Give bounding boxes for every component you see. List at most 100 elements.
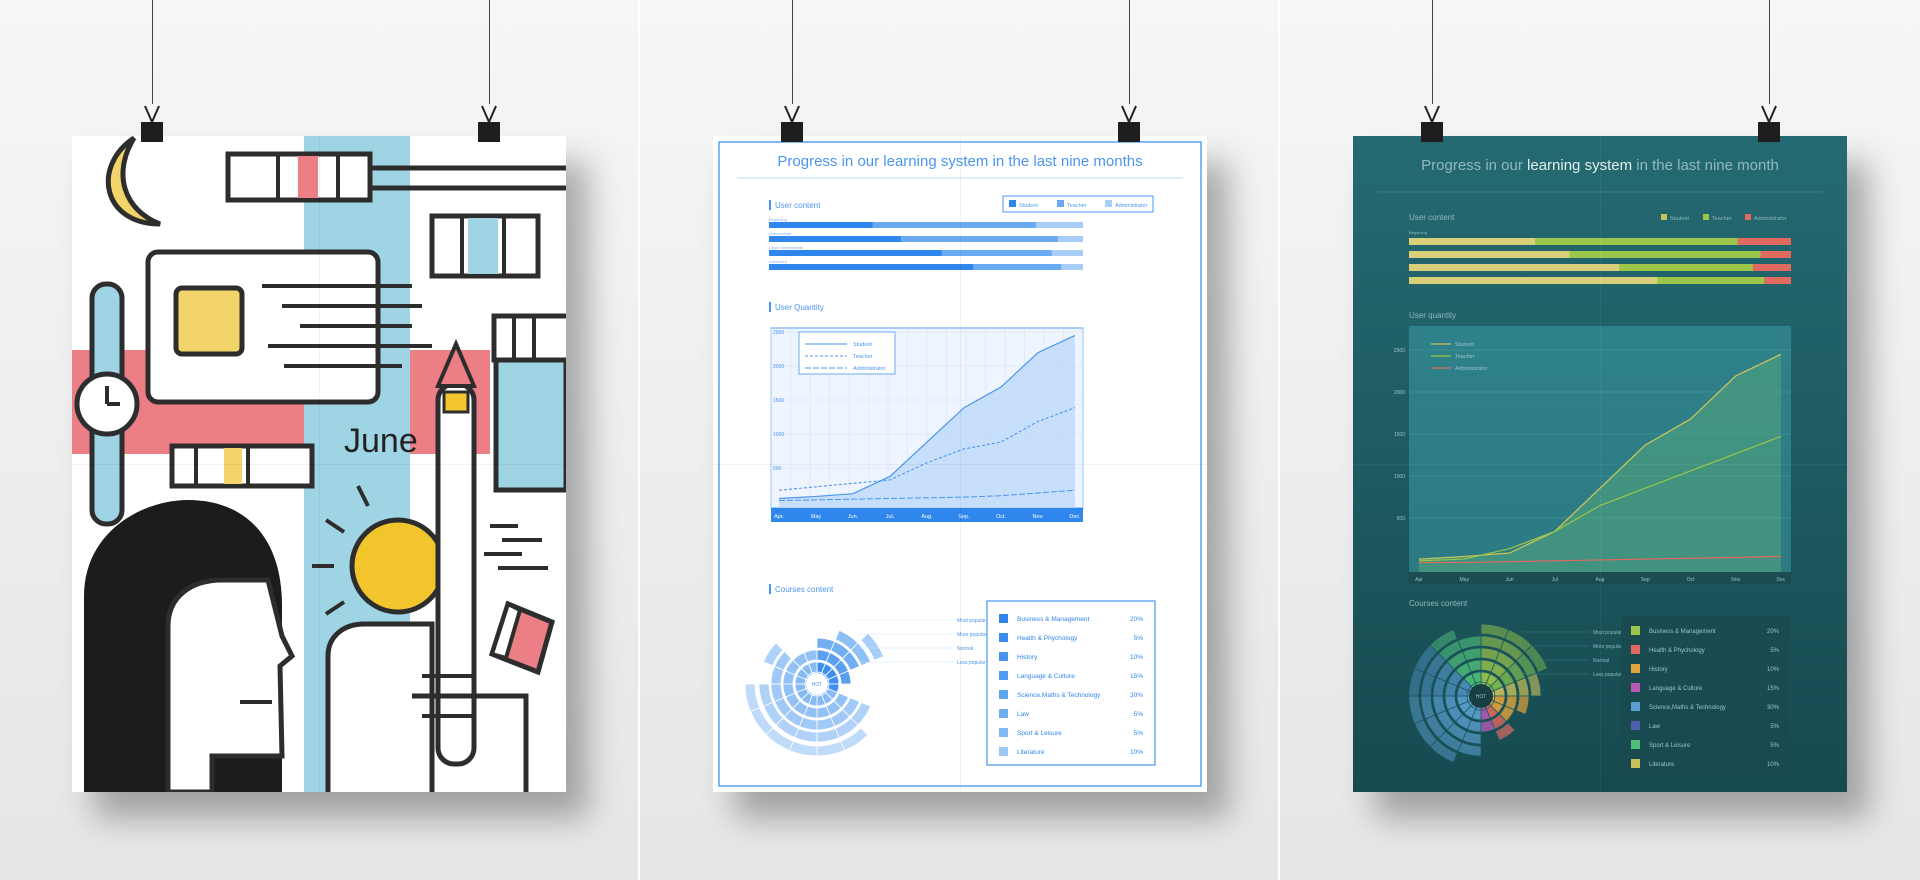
bar-segment (769, 222, 873, 228)
poster-fold (72, 464, 566, 465)
course-percent: 15% (1767, 686, 1780, 692)
poster-panel-blue-infographic: Progress in our learning system in the l… (640, 0, 1278, 880)
polar-segment (770, 683, 785, 703)
polar-center-label: HOT (1476, 694, 1487, 700)
course-percent: 20% (1130, 616, 1143, 623)
legend-label: Teacher (1067, 203, 1087, 209)
polar-label: Most popular (957, 618, 986, 624)
course-name: Business & Management (1649, 629, 1716, 635)
course-swatch (1631, 664, 1640, 673)
user-quantity-chart: 2500200015001000500Apr May Jun Jul Aug Sep Oct… (1394, 326, 1791, 584)
course-percent: 10% (1767, 762, 1780, 768)
poster-panel-dark-infographic: Progress in our learning system in the l… (1280, 0, 1920, 880)
y-tick-label: 1000 (773, 432, 784, 438)
course-swatch (999, 671, 1008, 680)
section-user-quantity: User Quantity (775, 303, 824, 312)
x-tick-label: Nov. (1033, 514, 1044, 520)
course-name: Law (1017, 711, 1029, 718)
polar-label: More popular (1593, 644, 1623, 650)
course-swatch (1631, 645, 1640, 654)
y-tick-label: 500 (1397, 516, 1406, 522)
bar-segment (769, 250, 942, 256)
legend-swatch (1703, 214, 1709, 220)
course-percent: 5% (1770, 743, 1779, 749)
y-tick-label: 2000 (773, 364, 784, 370)
sun-icon (349, 517, 447, 615)
y-tick-label: 2500 (773, 330, 784, 336)
course-name: Language & Culture (1649, 686, 1703, 692)
section-user-content: User content (775, 201, 821, 210)
course-percent: 10% (1130, 749, 1143, 756)
course-swatch (1631, 759, 1640, 768)
user-quantity-chart: 2500200015001000500Apr. May Jun. Jul. Aug. Se… (770, 327, 1084, 522)
poster-fold (1353, 464, 1847, 465)
course-name: Science,Maths & Technology (1649, 705, 1726, 711)
y-tick-label: 1500 (773, 398, 784, 404)
binder-clip-icon (478, 105, 500, 142)
polar-center-label: HOT (812, 682, 823, 688)
x-tick-label: Apr. (774, 514, 784, 520)
hanging-wire (1432, 0, 1433, 104)
courses-polar-chart: HOTMost popularMore popularNormalLess po… (744, 618, 987, 757)
course-name: Literature (1649, 762, 1675, 768)
hanging-wire (1129, 0, 1130, 104)
x-tick-label: Jul (1552, 577, 1558, 583)
polar-segment (816, 716, 836, 731)
x-tick-label: Sep (1641, 577, 1650, 583)
polar-segment (788, 740, 818, 757)
bar-segment (1409, 251, 1570, 258)
bar-label: Beginning (769, 217, 787, 222)
course-name: Language & Culture (1017, 673, 1075, 680)
blue-infographic-poster: Progress in our learning system in the l… (713, 136, 1207, 792)
course-name: History (1649, 667, 1668, 673)
polar-label: Normal (1593, 658, 1609, 664)
x-tick-label: May (811, 514, 822, 520)
hanging-wire (792, 0, 793, 104)
course-percent: 10% (1130, 654, 1143, 661)
binder-clip-icon (781, 105, 803, 142)
bar-label: Advanced (769, 259, 787, 264)
x-tick-label: Jun. (848, 514, 859, 520)
legend-label: Administrator (1754, 216, 1787, 222)
course-swatch (999, 652, 1008, 661)
hanging-wire (489, 0, 490, 104)
courses-list: Business & Management 20% Health & Phychol… (999, 614, 1143, 756)
legend-swatch (1009, 200, 1016, 207)
x-tick-label: Oct. (996, 514, 1007, 520)
pen-icon (435, 381, 477, 767)
x-tick-label: Oct (1687, 577, 1695, 583)
legend-label: Student (1455, 342, 1474, 348)
course-swatch (1631, 626, 1640, 635)
polar-segment (816, 727, 840, 743)
section-courses-content: Courses content (775, 585, 834, 594)
legend: Student Teacher Administrator (1009, 200, 1148, 209)
dark-infographic-poster: Progress in our learning system in the l… (1353, 136, 1847, 792)
legend-swatch (1661, 214, 1667, 220)
course-swatch (999, 614, 1008, 623)
course-swatch (1631, 683, 1640, 692)
course-swatch (999, 728, 1008, 737)
bar-label: Intermediate (769, 231, 792, 236)
legend-label: Teacher (1455, 354, 1475, 360)
y-tick-label: 500 (773, 466, 782, 472)
binder-clip-icon (1758, 105, 1780, 142)
course-name: Business & Management (1017, 616, 1089, 623)
binder-clip-icon (1118, 105, 1140, 142)
hanging-wire (1769, 0, 1770, 104)
course-swatch (1631, 702, 1640, 711)
course-percent: 10% (1767, 667, 1780, 673)
course-swatch (999, 709, 1008, 718)
polar-segment (758, 683, 774, 707)
legend-label: Administrator (853, 366, 886, 372)
month-label: June (344, 422, 418, 460)
legend-label: Administrator (1455, 366, 1488, 372)
hanging-wire (152, 0, 153, 104)
legend-swatch (1057, 200, 1064, 207)
moon-icon (105, 136, 161, 227)
course-percent: 15% (1130, 673, 1143, 680)
course-swatch (999, 633, 1008, 642)
user-content-bars: Beginning Intermediate Upper intermediate A… (769, 217, 1083, 270)
course-swatch (1631, 721, 1640, 730)
course-name: Literature (1017, 749, 1045, 756)
binder-clip-icon (1421, 105, 1443, 142)
